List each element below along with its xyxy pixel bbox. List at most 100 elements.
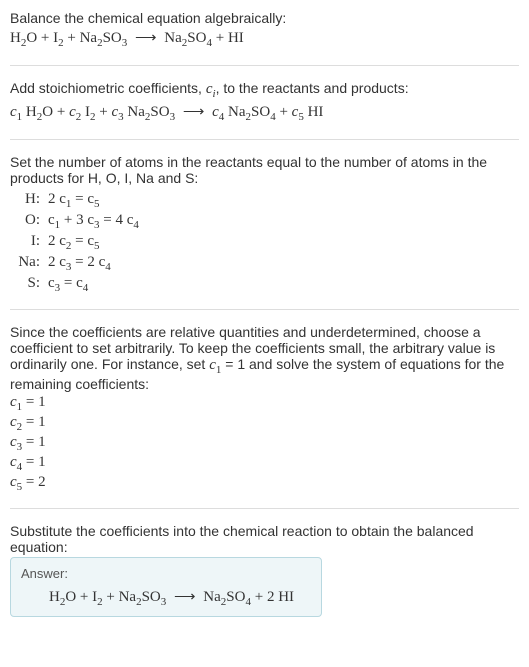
coef: c bbox=[10, 414, 17, 430]
eq-part: c bbox=[48, 275, 55, 291]
eq-sub: 5 bbox=[94, 240, 100, 252]
eq-sub: 5 bbox=[94, 198, 100, 210]
arrow-icon: ⟶ bbox=[131, 30, 161, 46]
eq-part: 2 c bbox=[48, 233, 66, 249]
coef: c bbox=[209, 357, 216, 373]
eq-part: + 3 c bbox=[60, 212, 94, 228]
eq-part: Na bbox=[224, 104, 245, 120]
coeff-item: c1 = 1 bbox=[10, 394, 519, 413]
eq-part: c bbox=[48, 212, 55, 228]
eq-part: SO bbox=[187, 30, 206, 46]
coefficient-list: c1 = 1 c2 = 1 c3 = 1 c4 = 1 c5 = 2 bbox=[10, 394, 519, 493]
coef: c bbox=[10, 104, 17, 120]
stoichiometric-equation: c1 H2O + c2 I2 + c3 Na2SO3 ⟶ c4 Na2SO4 +… bbox=[10, 102, 519, 123]
answer-label: Answer: bbox=[21, 566, 311, 581]
eq-part: SO bbox=[142, 589, 161, 605]
unbalanced-equation: H2O + I2 + Na2SO3 ⟶ Na2SO4 + HI bbox=[10, 28, 519, 49]
eq-part: H bbox=[10, 30, 21, 46]
arrow-icon: ⟶ bbox=[179, 104, 209, 120]
coeff-item: c3 = 1 bbox=[10, 434, 519, 453]
eq-part: = c bbox=[60, 275, 83, 291]
intro-text: Since the coefficients are relative quan… bbox=[10, 324, 519, 392]
eq-part: = c bbox=[71, 191, 94, 207]
eq-part: HI bbox=[304, 104, 324, 120]
eq-part: 2 c bbox=[48, 191, 66, 207]
eq-part: + bbox=[95, 104, 111, 120]
eq-sub: 4 bbox=[133, 219, 139, 231]
coef-val: = 1 bbox=[22, 434, 45, 450]
coef-val: = 1 bbox=[22, 394, 45, 410]
table-row: I: 2 c2 = c5 bbox=[10, 232, 143, 253]
eq-sub: 4 bbox=[105, 261, 111, 273]
element-label: O: bbox=[10, 211, 44, 232]
eq-part: H bbox=[49, 589, 60, 605]
coef: c bbox=[10, 434, 17, 450]
coef: c bbox=[10, 454, 17, 470]
eq-part: O + bbox=[42, 104, 69, 120]
balance-eq: c1 + 3 c3 = 4 c4 bbox=[44, 211, 143, 232]
ci: c bbox=[206, 81, 213, 97]
coef-val: = 1 bbox=[22, 414, 45, 430]
coeff-item: c2 = 1 bbox=[10, 414, 519, 433]
eq-part: SO bbox=[103, 30, 122, 46]
table-row: O: c1 + 3 c3 = 4 c4 bbox=[10, 211, 143, 232]
eq-sub: 3 bbox=[161, 596, 167, 608]
section-problem: Balance the chemical equation algebraica… bbox=[10, 10, 519, 66]
coeff-item: c5 = 2 bbox=[10, 474, 519, 493]
eq-part: Na bbox=[203, 589, 221, 605]
balance-eq: 2 c3 = 2 c4 bbox=[44, 253, 143, 274]
element-label: I: bbox=[10, 232, 44, 253]
eq-part: O + I bbox=[65, 589, 97, 605]
eq-part: + HI bbox=[212, 30, 244, 46]
eq-sub: 3 bbox=[122, 37, 128, 49]
coef: c bbox=[69, 104, 76, 120]
balance-eq: 2 c1 = c5 bbox=[44, 190, 143, 211]
balance-eq: c3 = c4 bbox=[44, 274, 143, 295]
intro-text: Add stoichiometric coefficients, ci, to … bbox=[10, 80, 519, 100]
answer-box: Answer: H2O + I2 + Na2SO3 ⟶ Na2SO4 + 2 H… bbox=[10, 557, 322, 617]
section-answer: Substitute the coefficients into the che… bbox=[10, 523, 519, 631]
coeff-item: c4 = 1 bbox=[10, 454, 519, 473]
text-part: , to the reactants and products: bbox=[216, 80, 409, 96]
coef: c bbox=[212, 104, 219, 120]
balance-eq: 2 c2 = c5 bbox=[44, 232, 143, 253]
coef-val: = 2 bbox=[22, 474, 45, 490]
eq-part: O + I bbox=[26, 30, 58, 46]
atom-balance-table: H: 2 c1 = c5 O: c1 + 3 c3 = 4 c4 I: 2 c2… bbox=[10, 190, 143, 295]
intro-text: Substitute the coefficients into the che… bbox=[10, 523, 519, 555]
coef: c bbox=[10, 394, 17, 410]
intro-text: Set the number of atoms in the reactants… bbox=[10, 154, 519, 186]
eq-part: I bbox=[81, 104, 90, 120]
eq-part: Na bbox=[124, 104, 145, 120]
intro-text: Balance the chemical equation algebraica… bbox=[10, 10, 519, 26]
eq-part: = c bbox=[71, 233, 94, 249]
table-row: Na: 2 c3 = 2 c4 bbox=[10, 253, 143, 274]
eq-part: SO bbox=[251, 104, 270, 120]
element-label: H: bbox=[10, 190, 44, 211]
eq-part: H bbox=[22, 104, 37, 120]
coef: c bbox=[10, 474, 17, 490]
arrow-icon: ⟶ bbox=[170, 589, 200, 605]
table-row: S: c3 = c4 bbox=[10, 274, 143, 295]
element-label: S: bbox=[10, 274, 44, 295]
section-atom-balance: Set the number of atoms in the reactants… bbox=[10, 154, 519, 310]
element-label: Na: bbox=[10, 253, 44, 274]
eq-part: Na bbox=[164, 30, 182, 46]
eq-part: + Na bbox=[103, 589, 136, 605]
eq-part: 2 c bbox=[48, 254, 66, 270]
text-part: Add stoichiometric coefficients, bbox=[10, 80, 206, 96]
coef-val: = 1 bbox=[22, 454, 45, 470]
eq-sub: 3 bbox=[170, 111, 176, 123]
eq-part: = 4 c bbox=[100, 212, 134, 228]
section-solve: Since the coefficients are relative quan… bbox=[10, 324, 519, 509]
table-row: H: 2 c1 = c5 bbox=[10, 190, 143, 211]
eq-part: + 2 HI bbox=[251, 589, 294, 605]
eq-part: SO bbox=[150, 104, 169, 120]
balanced-equation: H2O + I2 + Na2SO3 ⟶ Na2SO4 + 2 HI bbox=[21, 587, 311, 608]
eq-sub: 4 bbox=[83, 282, 89, 294]
eq-part: = 2 c bbox=[71, 254, 105, 270]
eq-part: + Na bbox=[64, 30, 97, 46]
eq-part: SO bbox=[226, 589, 245, 605]
eq-part: + bbox=[276, 104, 292, 120]
section-coefficients: Add stoichiometric coefficients, ci, to … bbox=[10, 80, 519, 140]
